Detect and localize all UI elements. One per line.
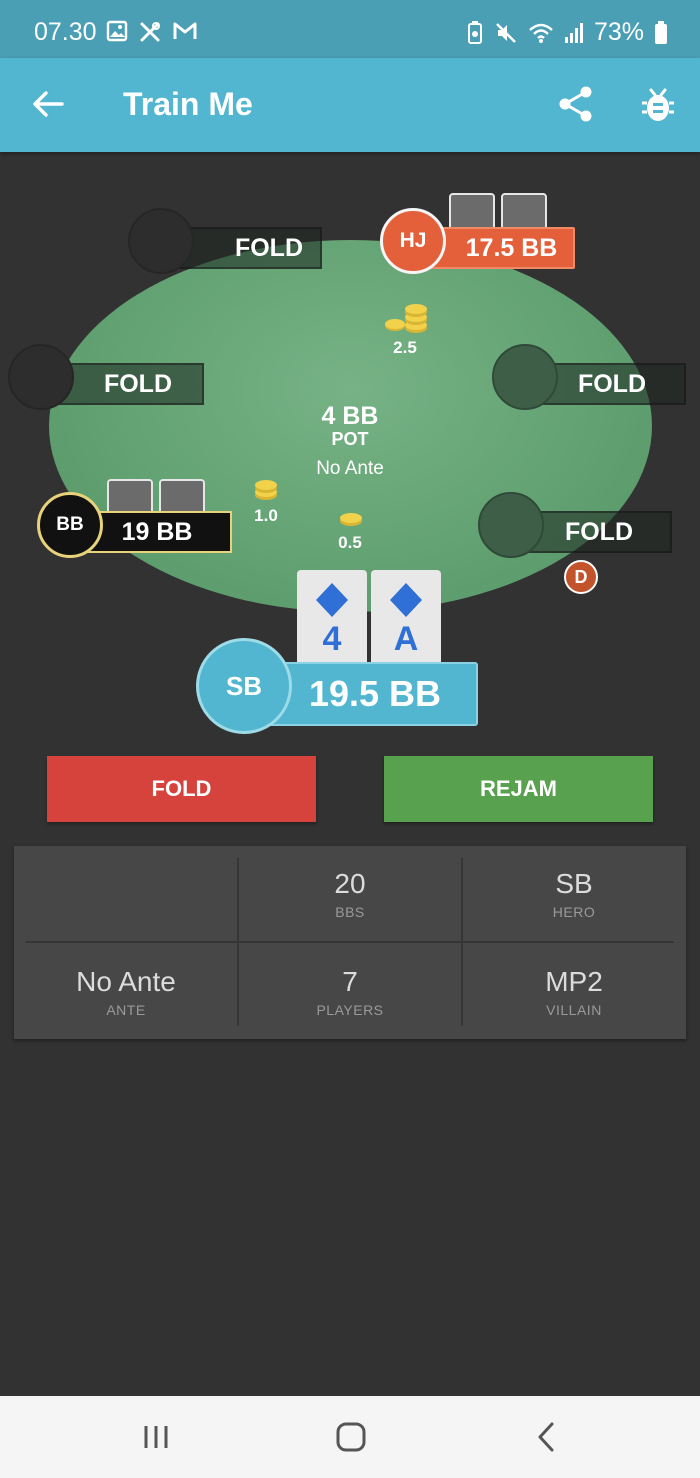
status-time: 07.30 xyxy=(34,18,97,46)
rejam-button-label: REJAM xyxy=(479,776,557,801)
hj-bet-chips-icon xyxy=(385,304,427,333)
hj-avatar: HJ xyxy=(380,208,446,274)
bb-stack-box: 19 BB xyxy=(82,511,232,553)
hero-card-1-rank: 4 xyxy=(322,620,342,658)
back-arrow-icon[interactable] xyxy=(30,86,66,122)
poker-table-area: FOLD FOLD FOLD FOLD D 17.5 BB HJ 2.5 4 B… xyxy=(0,152,700,752)
recent-apps-icon[interactable] xyxy=(138,1420,174,1454)
seat-right-label: FOLD xyxy=(577,369,647,398)
hj-stack: 17.5 BB xyxy=(465,233,558,262)
scenario-info-panel: 20 BBS SB HERO No Ante ANTE 7 PLAYERS MP… xyxy=(14,846,686,1039)
back-nav-icon[interactable] xyxy=(530,1420,566,1454)
fold-button[interactable]: FOLD xyxy=(47,756,316,822)
rejam-button[interactable]: REJAM xyxy=(384,756,653,822)
info-value: No Ante xyxy=(76,966,176,997)
signal-icon xyxy=(564,22,583,43)
hero-position: SB xyxy=(225,670,263,701)
battery-icon xyxy=(655,20,667,44)
info-cell-hero: SB HERO xyxy=(464,868,684,920)
hero-stack-box: 19.5 BB xyxy=(268,662,478,726)
wifi-icon xyxy=(529,23,553,43)
diamond-suit-icon xyxy=(316,583,348,617)
dealer-button: D xyxy=(564,560,598,594)
seat-left-status: FOLD xyxy=(56,363,204,405)
info-cell-ante: No Ante ANTE xyxy=(16,966,236,1018)
seat-left-label: FOLD xyxy=(103,369,173,398)
tools-icon xyxy=(140,22,160,42)
info-key: VILLAIN xyxy=(546,1002,602,1018)
bb-stack: 19 BB xyxy=(121,517,193,546)
bb-position: BB xyxy=(56,514,84,535)
battery-saver-icon xyxy=(467,20,482,44)
info-value: MP2 xyxy=(545,966,603,997)
info-value: 20 xyxy=(334,868,366,899)
share-icon[interactable] xyxy=(556,84,596,124)
bb-bet-chips-icon xyxy=(255,480,277,500)
app-bar: Train Me xyxy=(0,58,700,152)
dealer-button-label: D xyxy=(574,566,588,587)
info-cell-players: 7 PLAYERS xyxy=(240,966,460,1018)
divider xyxy=(26,941,674,943)
info-value: 7 xyxy=(342,966,358,997)
sb-bet-amount: 0.5 xyxy=(338,533,362,552)
seat-bottom-right-avatar xyxy=(478,492,544,558)
fold-button-label: FOLD xyxy=(151,776,212,801)
sb-bet-chip-icon xyxy=(340,513,362,526)
info-cell-villain: MP2 VILLAIN xyxy=(464,966,684,1018)
gallery-icon xyxy=(106,20,128,42)
pot-label: POT xyxy=(331,429,369,449)
info-cell-empty xyxy=(16,868,236,872)
seat-top-left-avatar xyxy=(128,208,194,274)
seat-left-avatar xyxy=(8,344,74,410)
info-cell-bbs: 20 BBS xyxy=(240,868,460,920)
hero-card-2-rank: A xyxy=(393,620,419,658)
info-key: ANTE xyxy=(106,1002,146,1018)
hero-card-1: 4 xyxy=(297,570,367,664)
info-value: SB xyxy=(555,868,593,899)
pot-display: 4 BB POT No Ante xyxy=(250,402,450,480)
battery-percentage: 73% xyxy=(593,18,644,46)
hj-position: HJ xyxy=(399,229,427,252)
system-navigation-bar xyxy=(0,1396,700,1478)
gmail-icon xyxy=(173,22,197,39)
info-key: HERO xyxy=(552,904,596,920)
seat-bottom-right-status: FOLD xyxy=(526,511,672,553)
info-key: BBS xyxy=(335,904,365,920)
seat-bottom-right-label: FOLD xyxy=(564,517,634,546)
pot-amount: 4 BB xyxy=(321,402,379,430)
seat-right-avatar xyxy=(492,344,558,410)
hero-avatar: SB xyxy=(196,638,292,734)
ante-info: No Ante xyxy=(316,458,384,479)
mute-icon xyxy=(496,22,516,43)
status-system-icons: 73% xyxy=(466,18,668,47)
info-key: PLAYERS xyxy=(316,1002,384,1018)
diamond-suit-icon xyxy=(390,583,422,617)
hero-card-2: A xyxy=(371,570,441,664)
status-bar: 07.30 73% xyxy=(0,0,700,58)
seat-top-left-status: FOLD xyxy=(176,227,322,269)
page-title: Train Me xyxy=(123,86,253,122)
hj-stack-box: 17.5 BB xyxy=(426,227,575,269)
bug-report-icon[interactable] xyxy=(640,86,676,124)
status-notification-icons xyxy=(106,20,198,44)
hero-stack: 19.5 BB xyxy=(308,673,442,714)
bb-avatar: BB xyxy=(37,492,103,558)
bb-bet-amount: 1.0 xyxy=(254,506,278,525)
seat-right-status: FOLD xyxy=(538,363,686,405)
home-icon[interactable] xyxy=(333,1420,369,1454)
seat-top-left-label: FOLD xyxy=(234,233,304,262)
hj-bet-amount: 2.5 xyxy=(393,338,417,357)
